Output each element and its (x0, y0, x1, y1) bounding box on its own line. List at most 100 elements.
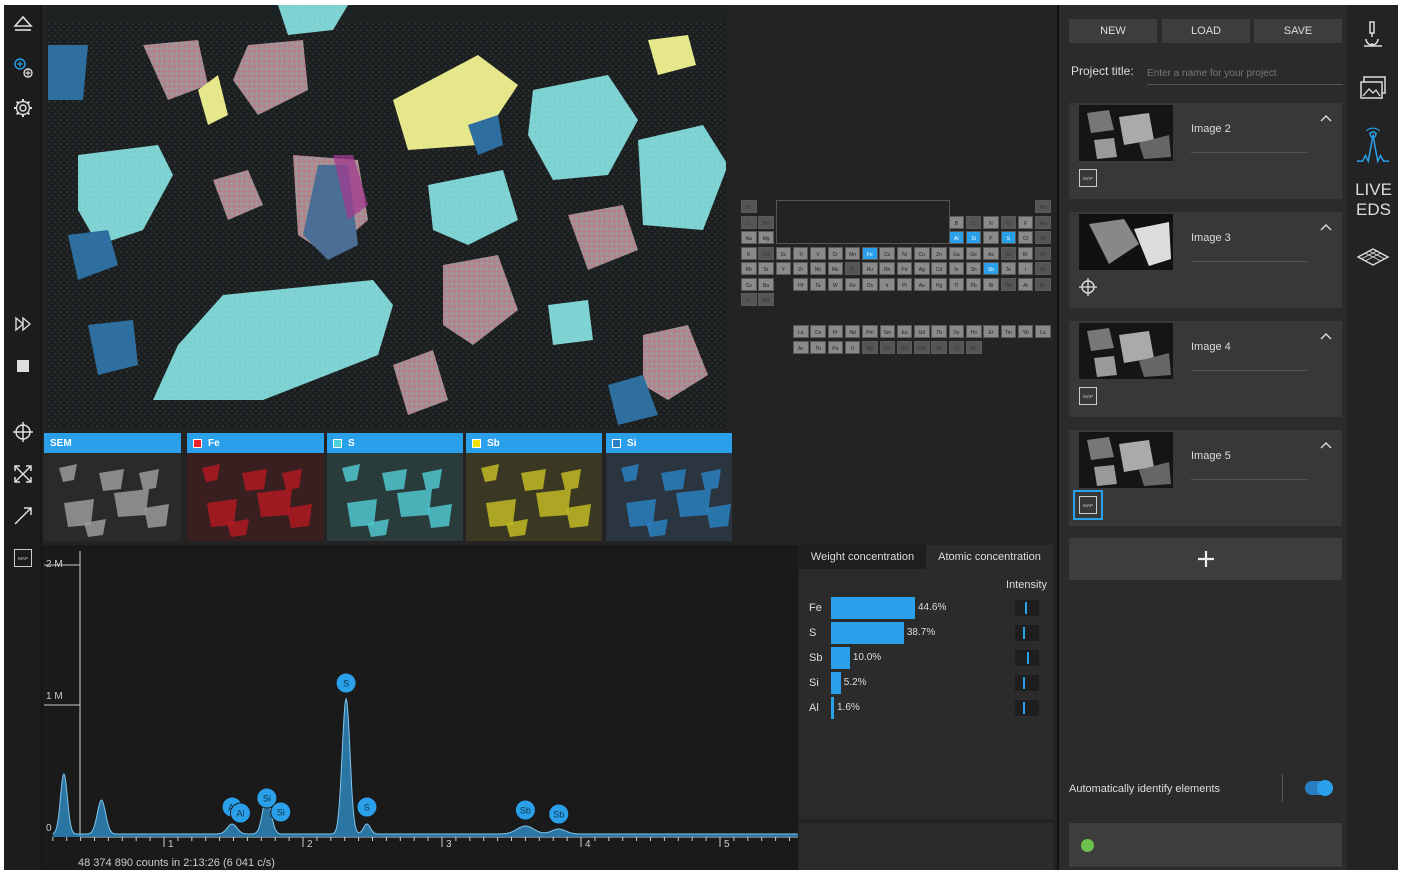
element-po[interactable]: Po (1000, 277, 1016, 291)
element-be[interactable]: Be (758, 215, 774, 229)
element-pd[interactable]: Pd (896, 262, 913, 275)
element-pt[interactable]: Pt (896, 277, 913, 291)
element-ni[interactable]: Ni (896, 246, 913, 260)
map-badge-icon[interactable]: MAP (1079, 169, 1097, 187)
element-yb[interactable]: Yb (1017, 325, 1034, 338)
image-name[interactable]: Image 3 (1191, 232, 1231, 244)
image-thumbnail[interactable] (1079, 214, 1173, 270)
layers-icon[interactable] (1355, 241, 1391, 275)
element-pa[interactable]: Pa (827, 341, 844, 354)
map-badge-icon[interactable]: MAP (1079, 387, 1097, 405)
element-tl[interactable]: Tl (948, 277, 965, 291)
peak-label-sb[interactable]: Sb (514, 799, 536, 821)
element-kr[interactable]: Kr (1035, 246, 1051, 260)
line-tool-icon[interactable] (8, 501, 38, 531)
map-tile-sem[interactable]: SEM (44, 433, 181, 541)
element-tm[interactable]: Tm (1000, 325, 1017, 338)
live-eds-icon[interactable] (1355, 125, 1391, 167)
periodic-table[interactable]: H He Li Be B C N O F Ne Na Mg Al Si P S Cl Ar K Ca Sc Ti V Cr Mn… (736, 195, 1052, 355)
element-eu[interactable]: Eu (896, 325, 913, 338)
element-s[interactable]: S (1000, 231, 1016, 244)
crosshair-icon[interactable] (1079, 278, 1097, 296)
element-nd[interactable]: Nd (844, 325, 861, 338)
element-ac[interactable]: Ac (793, 341, 809, 354)
element-i[interactable]: I (1017, 262, 1034, 275)
peak-label-s[interactable]: S (356, 796, 378, 818)
element-fe[interactable]: Fe (862, 246, 878, 260)
element-ce[interactable]: Ce (810, 325, 826, 338)
element-lu[interactable]: Lu (1035, 325, 1051, 338)
element-cl[interactable]: Cl (1017, 231, 1034, 244)
chevron-up-icon[interactable] (1318, 438, 1334, 454)
element-pm[interactable]: Pm (862, 325, 878, 338)
element-ag[interactable]: Ag (914, 262, 930, 275)
element-rh[interactable]: Rh (879, 262, 895, 275)
element-li[interactable]: Li (741, 215, 757, 229)
element-ir[interactable]: Ir (879, 277, 895, 291)
map-tile-s[interactable]: S (327, 433, 463, 541)
element-ba[interactable]: Ba (758, 277, 774, 291)
element-zn[interactable]: Zn (931, 246, 947, 260)
image-thumbnail[interactable] (1079, 432, 1173, 488)
element-au[interactable]: Au (914, 277, 930, 291)
new-button[interactable]: NEW (1069, 19, 1157, 43)
image-thumbnail[interactable] (1079, 105, 1173, 161)
element-er[interactable]: Er (983, 325, 999, 338)
element-mo[interactable]: Mo (827, 262, 843, 275)
element-es[interactable]: Es (966, 341, 982, 354)
element-ho[interactable]: Ho (966, 325, 982, 338)
element-np[interactable]: Np (862, 341, 878, 354)
image-name[interactable]: Image 2 (1191, 123, 1231, 135)
element-n[interactable]: N (983, 215, 999, 229)
element-bk[interactable]: Bk (931, 341, 947, 354)
peak-label-al[interactable]: Al (229, 802, 251, 824)
element-cm[interactable]: Cm (914, 341, 930, 354)
eds-spectrum-chart[interactable]: SSiAlAlSiSSbSb 2 M 1 M 0 1 2 3 4 5 48 37… (42, 545, 798, 870)
peak-label-si[interactable]: Si (270, 801, 292, 823)
project-title-input[interactable] (1147, 63, 1343, 85)
element-os[interactable]: Os (862, 277, 878, 291)
element-gd[interactable]: Gd (914, 325, 930, 338)
element-ru[interactable]: Ru (862, 262, 878, 275)
add-image-button[interactable] (1069, 538, 1342, 580)
element-sr[interactable]: Sr (758, 262, 774, 275)
element-p[interactable]: P (983, 231, 999, 244)
element-pb[interactable]: Pb (965, 277, 982, 291)
element-ne[interactable]: Ne (1035, 215, 1051, 229)
element-w[interactable]: W (827, 277, 843, 291)
map-tile-sb[interactable]: Sb (466, 433, 602, 541)
element-dy[interactable]: Dy (948, 325, 965, 338)
element-nb[interactable]: Nb (810, 262, 826, 275)
element-pu[interactable]: Pu (879, 341, 895, 354)
element-xe[interactable]: Xe (1035, 262, 1051, 275)
chevron-up-icon[interactable] (1318, 111, 1334, 127)
element-br[interactable]: Br (1017, 246, 1034, 260)
element-sc[interactable]: Sc (775, 246, 792, 260)
peak-label-s[interactable]: S (335, 672, 357, 694)
element-hf[interactable]: Hf (792, 277, 809, 291)
element-cu[interactable]: Cu (914, 246, 930, 260)
image-name[interactable]: Image 5 (1191, 450, 1231, 462)
element-he[interactable]: He (1035, 200, 1051, 213)
live-eds-label[interactable]: LIVE EDS (1349, 180, 1398, 220)
element-bi[interactable]: Bi (983, 277, 999, 291)
peak-label-sb[interactable]: Sb (548, 803, 570, 825)
eds-composite-image[interactable] (48, 5, 726, 429)
element-la[interactable]: La (793, 325, 809, 338)
element-na[interactable]: Na (741, 231, 757, 244)
element-co[interactable]: Co (879, 246, 895, 260)
map-tile-si[interactable]: Si (606, 433, 732, 541)
element-cf[interactable]: Cf (948, 341, 965, 354)
gallery-icon[interactable] (1355, 71, 1391, 105)
auto-identify-toggle[interactable] (1305, 780, 1333, 796)
element-te[interactable]: Te (1000, 262, 1016, 275)
image-card[interactable]: Image 2 MAP (1069, 103, 1342, 199)
map-tile-fe[interactable]: Fe (187, 433, 324, 541)
element-sm[interactable]: Sm (879, 325, 895, 338)
expand-icon[interactable] (8, 459, 38, 489)
chevron-up-icon[interactable] (1318, 329, 1334, 345)
element-ta[interactable]: Ta (810, 277, 826, 291)
chevron-up-icon[interactable] (1318, 220, 1334, 236)
element-se[interactable]: Se (1000, 246, 1016, 260)
stop-icon[interactable] (8, 351, 38, 381)
